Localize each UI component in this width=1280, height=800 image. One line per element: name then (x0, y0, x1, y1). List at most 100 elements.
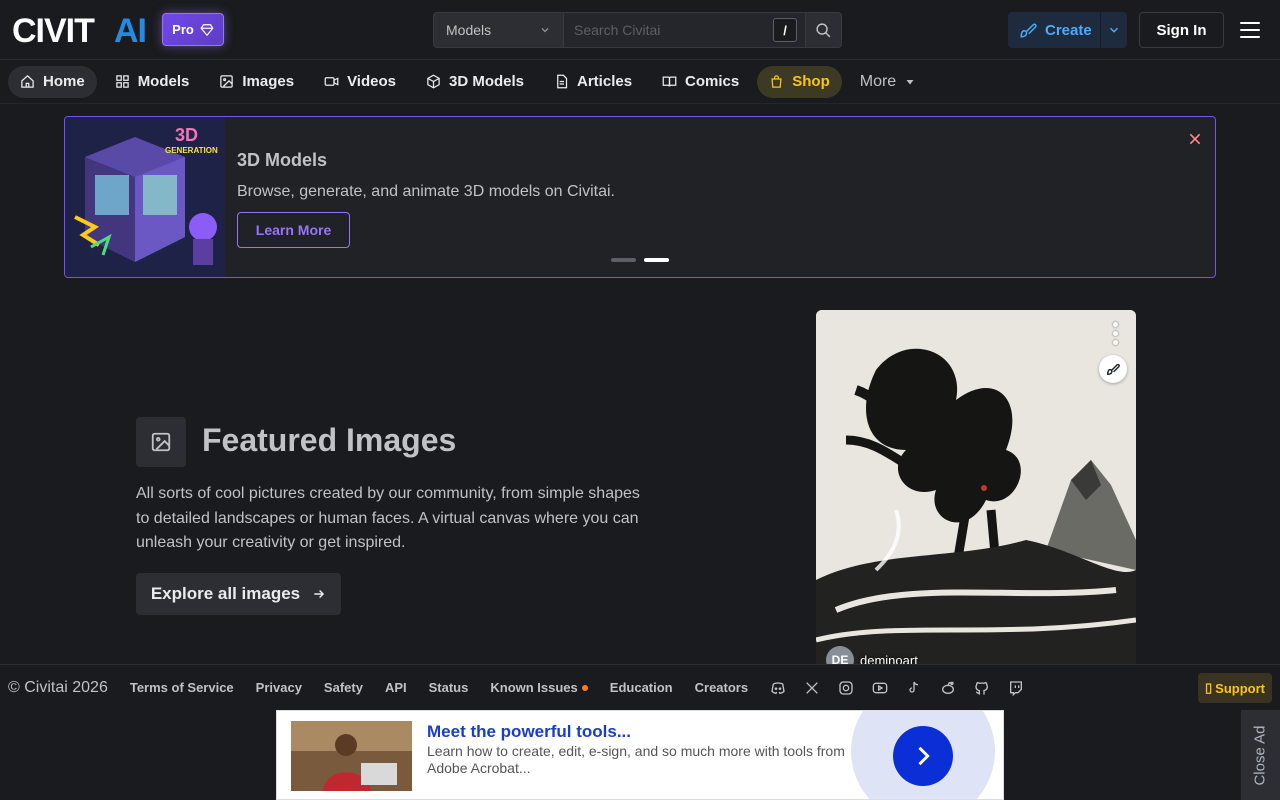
ad-go-button[interactable] (893, 726, 953, 786)
search-bar: Models / (433, 12, 842, 48)
footer-link-privacy[interactable]: Privacy (256, 680, 302, 695)
search-button[interactable] (806, 12, 842, 48)
brush-icon (1107, 363, 1120, 375)
ad-area: Meet the powerful tools... Learn how to … (0, 710, 1280, 800)
support-button[interactable]: ▯ Support (1198, 673, 1272, 703)
svg-text:AI: AI (114, 14, 146, 46)
menu-icon[interactable] (1238, 18, 1262, 42)
nav-3d-models[interactable]: 3D Models (414, 66, 536, 98)
file-icon (557, 74, 568, 89)
support-icon: ▯ (1205, 680, 1213, 695)
nav-images-label: Images (242, 73, 295, 90)
search-input[interactable] (574, 22, 754, 38)
featured-description: All sorts of cool pictures created by ou… (136, 485, 640, 551)
nav-more-label: More (859, 72, 897, 90)
footer-link-terms[interactable]: Terms of Service (130, 680, 234, 695)
learn-more-button[interactable]: Learn More (237, 212, 350, 248)
status-indicator-dot (581, 684, 588, 691)
ad-image (291, 721, 412, 791)
svg-text:CIVIT: CIVIT (12, 14, 95, 46)
banner-illustration: 3D GENERATION (65, 117, 225, 277)
explore-images-label: Explore all images (150, 584, 301, 603)
advertisement[interactable]: Meet the powerful tools... Learn how to … (276, 710, 1004, 800)
carousel-dot-active[interactable] (644, 258, 669, 262)
x-icon[interactable] (804, 680, 820, 696)
footer-link-creators[interactable]: Creators (695, 680, 748, 695)
home-icon (21, 75, 34, 88)
nav-home[interactable]: Home (8, 65, 97, 98)
avatar: DE (826, 646, 854, 664)
nav-videos[interactable]: Videos (312, 66, 408, 98)
banner-title: 3D Models (237, 150, 328, 170)
support-label: Support (1215, 680, 1265, 696)
explore-images-button[interactable]: Explore all images (136, 573, 341, 615)
reddit-icon[interactable] (940, 680, 956, 696)
shortcut-key-hint: / (773, 18, 797, 42)
nav-models-label: Models (137, 73, 190, 90)
footer-link-safety[interactable]: Safety (324, 680, 363, 695)
close-ad-button[interactable]: Close Ad (1241, 710, 1280, 800)
caret-down-icon (906, 79, 914, 84)
featured-artwork (816, 310, 1136, 664)
nav-comics-label: Comics (685, 73, 740, 90)
close-icon[interactable] (1187, 131, 1203, 147)
ad-title[interactable]: Meet the powerful tools... (427, 722, 631, 742)
nav-3d-models-label: 3D Models (449, 73, 525, 90)
nav-comics[interactable]: Comics (650, 66, 751, 98)
photo-icon (220, 75, 234, 88)
banner-description: Browse, generate, and animate 3D models … (237, 183, 615, 200)
card-menu-icon[interactable] (1113, 322, 1118, 345)
carousel-indicators (611, 258, 669, 262)
remix-button[interactable] (1099, 355, 1127, 383)
nav-images[interactable]: Images (207, 66, 306, 98)
discord-icon[interactable] (770, 680, 786, 696)
bag-icon (771, 75, 782, 88)
footer-link-status[interactable]: Status (429, 680, 469, 695)
arrow-right-icon (314, 589, 325, 599)
tiktok-icon[interactable] (906, 680, 922, 696)
nav-home-label: Home (43, 73, 85, 90)
announcement-banner: 3D GENERATION 3D Models Browse, generate… (64, 116, 1216, 278)
footer-link-api[interactable]: API (385, 680, 407, 695)
create-button[interactable]: Create (1008, 12, 1127, 48)
search-icon (816, 22, 831, 37)
search-category-select[interactable]: Models (433, 12, 564, 48)
nav-videos-label: Videos (347, 73, 396, 90)
instagram-icon[interactable] (838, 680, 854, 696)
main-nav: Home Models Images Videos 3D Models Arti… (0, 60, 1280, 104)
nav-shop-label: Shop (792, 73, 830, 90)
copyright-text: © Civitai 2026 (8, 678, 108, 696)
book-icon (662, 76, 677, 87)
nav-articles[interactable]: Articles (542, 66, 644, 98)
civitai-logo[interactable]: CIVIT AI (12, 14, 152, 46)
footer-link-education[interactable]: Education (610, 680, 673, 695)
photo-icon (136, 417, 186, 467)
nav-more[interactable]: More (848, 66, 928, 98)
featured-image-card[interactable]: DE deminoart (816, 310, 1136, 664)
known-issues-label: Known Issues (490, 680, 578, 695)
diamond-icon (200, 23, 214, 36)
footer-link-known-issues[interactable]: Known Issues (490, 680, 588, 695)
pro-label: Pro (172, 22, 194, 37)
chevron-down-icon (541, 28, 549, 33)
card-user[interactable]: DE deminoart (826, 646, 918, 664)
sign-in-button[interactable]: Sign In (1139, 12, 1224, 48)
create-menu-toggle[interactable] (1100, 12, 1127, 48)
top-header: CIVIT AI Pro Models / Create Sign In (0, 0, 1280, 60)
pro-button[interactable]: Pro (162, 13, 224, 46)
create-label: Create (1045, 21, 1092, 39)
site-footer: © Civitai 2026 Terms of Service Privacy … (0, 664, 1280, 710)
video-icon (324, 77, 339, 86)
github-icon[interactable] (974, 680, 990, 696)
youtube-icon[interactable] (872, 680, 888, 696)
featured-title: Featured Images (202, 422, 457, 458)
nav-models[interactable]: Models (103, 66, 202, 98)
twitch-icon[interactable] (1008, 680, 1024, 696)
nav-shop[interactable]: Shop (757, 65, 842, 98)
chevron-down-icon (1109, 27, 1119, 33)
close-ad-label: Close Ad (1252, 724, 1270, 786)
social-links (770, 680, 1024, 696)
search-input-wrapper: / (564, 12, 806, 48)
carousel-dot[interactable] (611, 258, 636, 262)
brush-icon (1020, 23, 1037, 38)
